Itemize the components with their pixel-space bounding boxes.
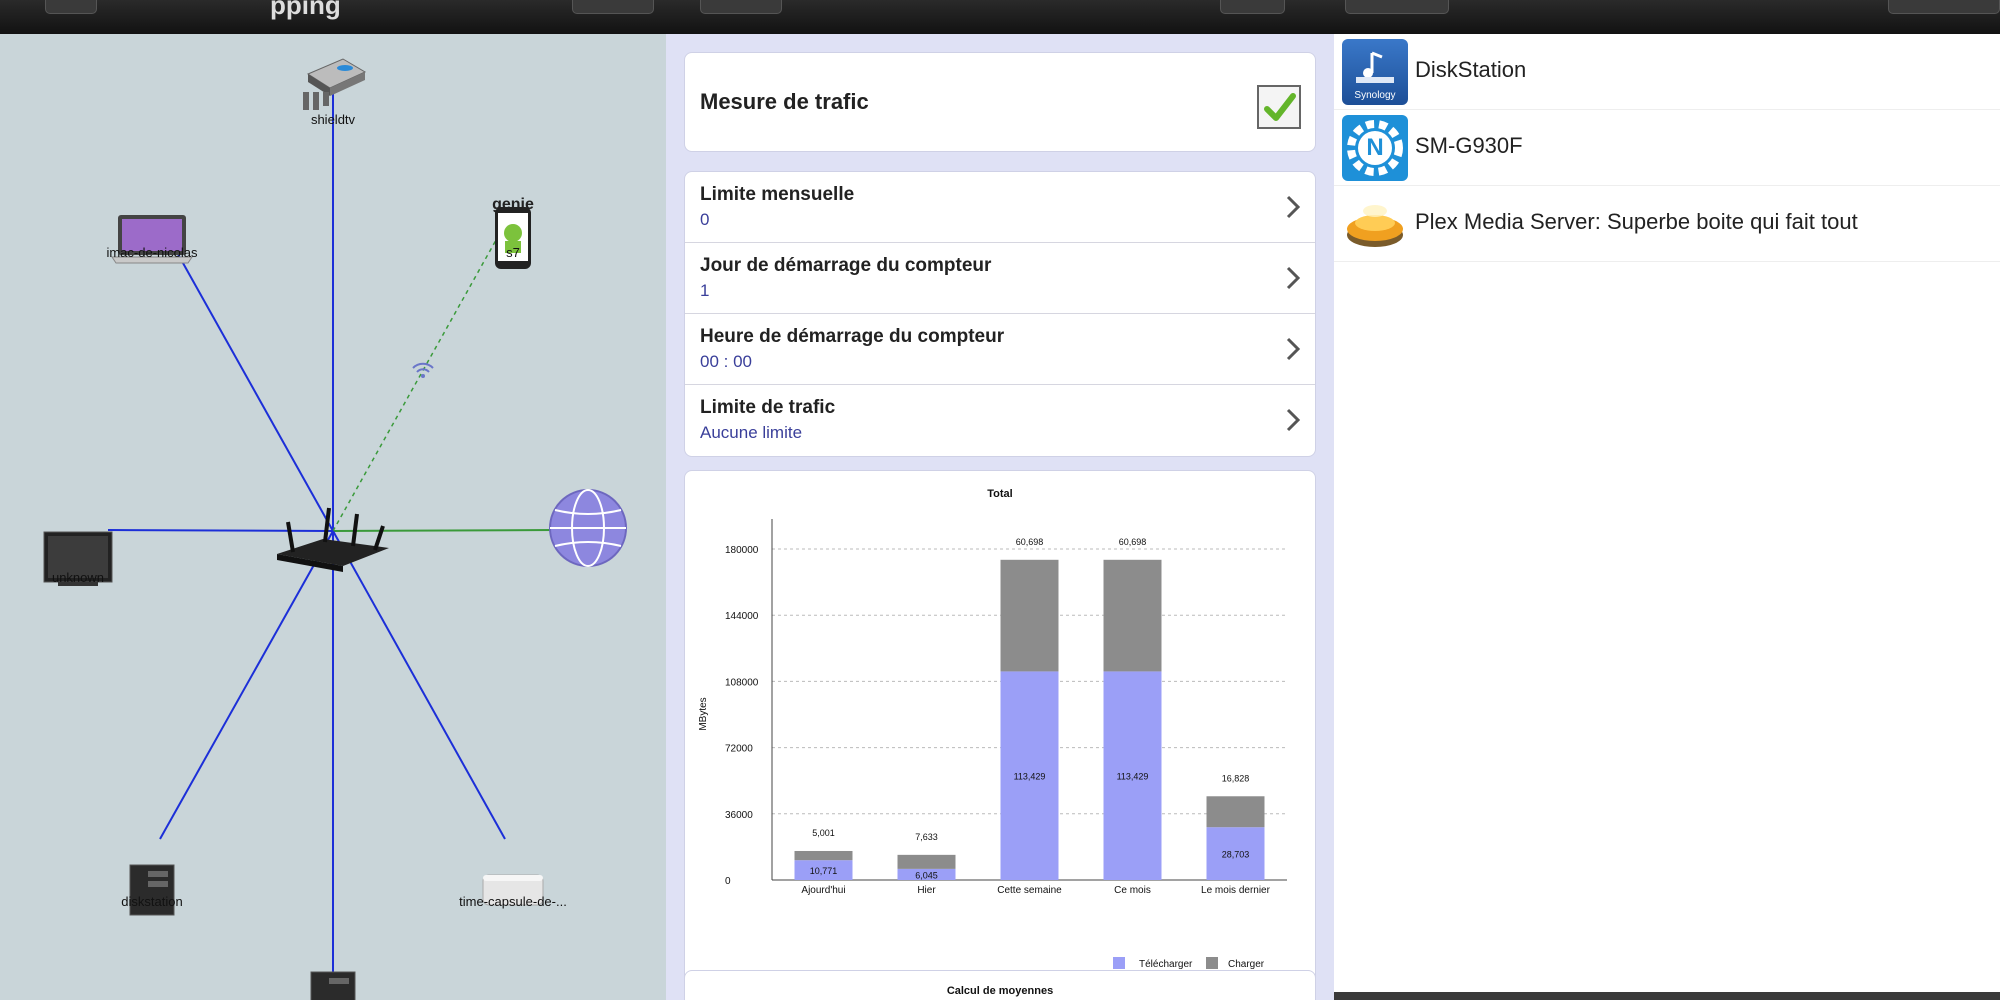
legend-label: Charger	[1228, 959, 1265, 970]
chevron-right-icon	[1286, 337, 1301, 361]
back-button[interactable]	[45, 0, 97, 14]
y-tick-label: 0	[725, 876, 731, 887]
network-map[interactable]: shieldtv imac-de-nicolas s7 genie unknow…	[0, 34, 666, 1000]
bar-Charger	[1206, 796, 1265, 828]
apps-bottom-bar	[1334, 992, 2000, 1000]
data-label: 28,703	[1222, 850, 1250, 860]
traffic-meter-checkbox[interactable]	[1257, 85, 1301, 129]
nas-settings-icon: N	[1342, 115, 1408, 181]
counter-start-time-label: Heure de démarrage du compteur	[700, 326, 1005, 347]
link-timecapsule	[332, 530, 506, 840]
toolbar-button-4[interactable]	[1345, 0, 1449, 14]
genie-badge: genie	[492, 196, 534, 213]
node-label-s7: s7	[506, 245, 520, 260]
y-tick-label: 144000	[725, 611, 759, 622]
counter-start-day-value: 1	[700, 281, 710, 300]
legend-swatch	[1113, 957, 1125, 969]
network-map-links	[43, 58, 627, 1000]
bar-Charger	[1103, 559, 1162, 672]
link-imac	[159, 221, 334, 532]
top-bar: pping	[0, 0, 2000, 34]
traffic-limit-label: Limite de trafic	[700, 397, 836, 418]
y-tick-label: 36000	[725, 810, 753, 821]
data-label: 6,045	[915, 870, 938, 880]
bar-Charger	[1000, 559, 1059, 672]
node-label-timecapsule: time-capsule-de-...	[459, 894, 567, 909]
nas-device-icon-2[interactable]	[310, 971, 356, 1000]
chevron-right-icon	[1286, 408, 1301, 432]
page-title: pping	[270, 0, 341, 20]
node-label-unknown: unknown	[51, 570, 105, 585]
wifi-icon	[412, 362, 434, 378]
plex-icon	[1342, 191, 1408, 257]
monthly-limit-row[interactable]: Limite mensuelle 0	[685, 172, 1315, 243]
legend-swatch	[1206, 957, 1218, 969]
monthly-limit-value: 0	[700, 210, 710, 229]
y-tick-label: 180000	[725, 545, 759, 556]
legend-label: Télécharger	[1139, 959, 1193, 970]
x-tick-label: Ajourd'hui	[801, 885, 845, 896]
link-unknown	[107, 529, 334, 532]
chevron-right-icon	[1286, 266, 1301, 290]
data-label: 5,001	[812, 828, 835, 838]
link-internet	[332, 529, 556, 532]
bar-Charger	[794, 850, 853, 861]
app-row-sm-g930f[interactable]: N SM-G930F	[1334, 110, 2000, 186]
apps-list: Synology DiskStation N SM-G930F Plex Med…	[1334, 34, 2000, 1000]
link-diskstation	[159, 530, 334, 840]
x-tick-label: Hier	[917, 885, 936, 896]
y-tick-label: 72000	[725, 744, 753, 755]
traffic-limit-value: Aucune limite	[700, 423, 803, 442]
nas-settings-icon-text: N	[1366, 134, 1384, 161]
settings-panel: Mesure de trafic Limite mensuelle 0 Jour…	[666, 34, 1334, 1000]
data-label: 60,698	[1119, 537, 1147, 547]
synology-icon-text: Synology	[1354, 90, 1396, 101]
averages-card: Calcul de moyennes	[684, 970, 1316, 1000]
data-label: 113,429	[1117, 772, 1149, 782]
counter-start-day-row[interactable]: Jour de démarrage du compteur 1	[685, 243, 1315, 314]
x-tick-label: Le mois dernier	[1201, 885, 1271, 896]
data-label: 113,429	[1014, 772, 1046, 782]
link-s7-wireless	[332, 223, 506, 532]
y-axis-label: MBytes	[698, 697, 709, 730]
app-row-diskstation[interactable]: Synology DiskStation	[1334, 34, 2000, 110]
app-name-sm-g930f: SM-G930F	[1415, 133, 1523, 158]
data-label: 10,771	[810, 866, 838, 876]
internet-globe-icon[interactable]	[549, 489, 627, 567]
toolbar-button-3[interactable]	[1220, 0, 1285, 14]
monthly-limit-label: Limite mensuelle	[700, 184, 855, 205]
checkmark-icon	[1264, 93, 1296, 121]
x-tick-label: Ce mois	[1114, 885, 1151, 896]
counter-start-time-row[interactable]: Heure de démarrage du compteur 00 : 00	[685, 314, 1315, 385]
app-name-diskstation: DiskStation	[1415, 57, 1527, 82]
node-label-imac: imac-de-nicolas	[106, 245, 198, 260]
node-label-shieldtv: shieldtv	[310, 112, 356, 127]
y-tick-label: 108000	[725, 677, 759, 688]
toolbar-button-2[interactable]	[700, 0, 782, 14]
app-name-plex: Plex Media Server: Superbe boite qui fai…	[1415, 209, 1858, 234]
chevron-right-icon	[1286, 195, 1301, 219]
traffic-chart-card: Total 0 36000 72000 108000 144000 180000 MBytes…	[684, 470, 1316, 988]
data-label: 60,698	[1016, 537, 1044, 547]
averages-title: Calcul de moyennes	[946, 985, 1054, 997]
counter-start-time-value: 00 : 00	[700, 352, 752, 371]
chart-title: Total	[987, 488, 1012, 500]
traffic-meter-card: Mesure de trafic	[684, 52, 1316, 152]
traffic-limit-row[interactable]: Limite de trafic Aucune limite	[685, 385, 1315, 456]
data-label: 16,828	[1222, 773, 1250, 783]
data-label: 7,633	[915, 832, 938, 842]
bar-Charger	[897, 854, 956, 869]
synology-icon: Synology	[1342, 39, 1408, 105]
app-row-plex[interactable]: Plex Media Server: Superbe boite qui fai…	[1334, 186, 2000, 262]
node-label-diskstation: diskstation	[121, 894, 183, 909]
toolbar-button-5[interactable]	[1888, 0, 2000, 14]
x-tick-label: Cette semaine	[997, 885, 1062, 896]
traffic-total-chart: Total 0 36000 72000 108000 144000 180000 MBytes…	[698, 488, 1287, 970]
toolbar-button-1[interactable]	[572, 0, 654, 14]
counter-start-day-label: Jour de démarrage du compteur	[700, 255, 992, 276]
traffic-meter-label: Mesure de trafic	[700, 89, 869, 114]
traffic-settings-list: Limite mensuelle 0 Jour de démarrage du …	[684, 171, 1316, 457]
